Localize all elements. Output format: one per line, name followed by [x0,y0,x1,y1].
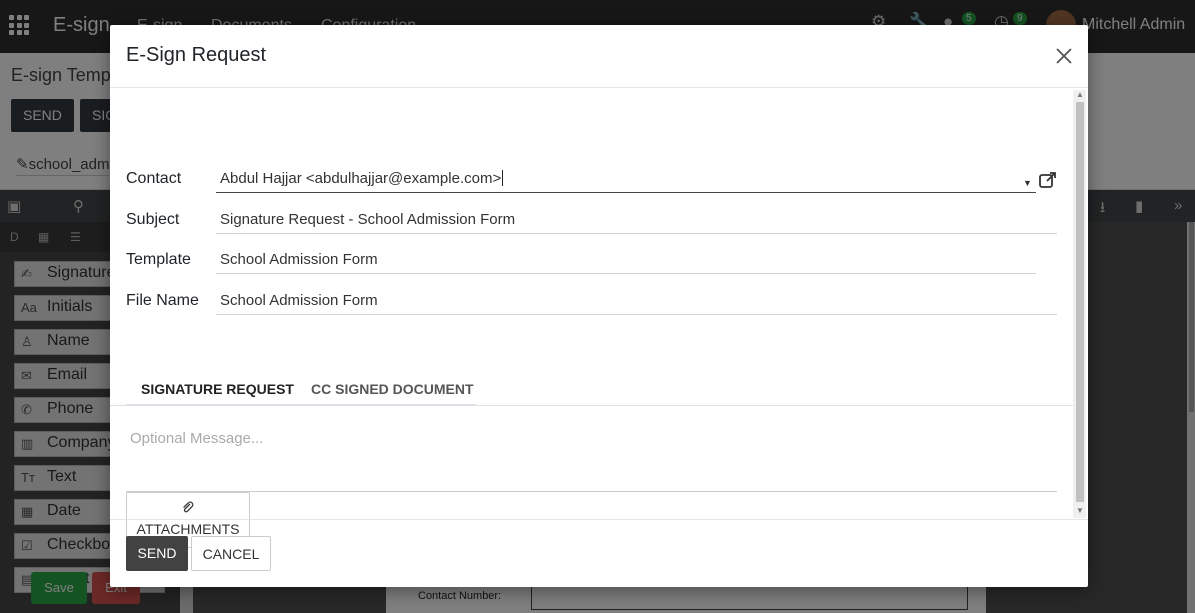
scroll-down-icon[interactable]: ▼ [1076,506,1084,515]
dialog-title: E-Sign Request [126,44,267,66]
subject-label: Subject [126,211,180,228]
filename-label: File Name [126,292,199,309]
tab-cc-signed-document[interactable]: CC SIGNED DOCUMENT [311,381,474,397]
external-link-icon[interactable] [1038,170,1058,190]
send-button[interactable]: SEND [126,536,188,571]
subject-input[interactable]: Signature Request - School Admission For… [216,206,1057,234]
contact-label: Contact [126,170,182,187]
paperclip-icon [183,501,194,513]
optional-message-textarea[interactable]: Optional Message... [126,428,1057,492]
subject-value: Signature Request - School Admission For… [220,211,516,228]
filename-input[interactable]: School Admission Form [216,287,1057,315]
filename-value: School Admission Form [220,292,378,309]
scroll-up-icon[interactable]: ▲ [1076,90,1084,99]
close-icon[interactable] [1054,46,1074,66]
tab-signature-request[interactable]: SIGNATURE REQUEST [141,381,294,397]
text-cursor [502,170,504,186]
esign-request-dialog: E-Sign Request ▲ ▼ Contact Abdul Hajjar … [110,25,1088,587]
chevron-down-icon[interactable]: ▼ [1023,178,1032,188]
cancel-button[interactable]: CANCEL [191,536,271,571]
dialog-body: ▲ ▼ Contact Abdul Hajjar <abdulhajjar@ex… [110,88,1088,548]
contact-value: Abdul Hajjar <abdulhajjar@example.com> [220,170,502,187]
contact-input[interactable]: Abdul Hajjar <abdulhajjar@example.com> [216,165,1036,193]
message-placeholder: Optional Message... [130,430,264,447]
template-field[interactable]: School Admission Form [216,246,1036,274]
dialog-scrollbar-thumb[interactable] [1076,102,1084,502]
template-label: Template [126,251,191,268]
dialog-header: E-Sign Request [110,25,1088,88]
template-value: School Admission Form [220,251,378,268]
dialog-footer: SEND CANCEL [110,519,1088,587]
tabs-divider [110,405,1073,406]
